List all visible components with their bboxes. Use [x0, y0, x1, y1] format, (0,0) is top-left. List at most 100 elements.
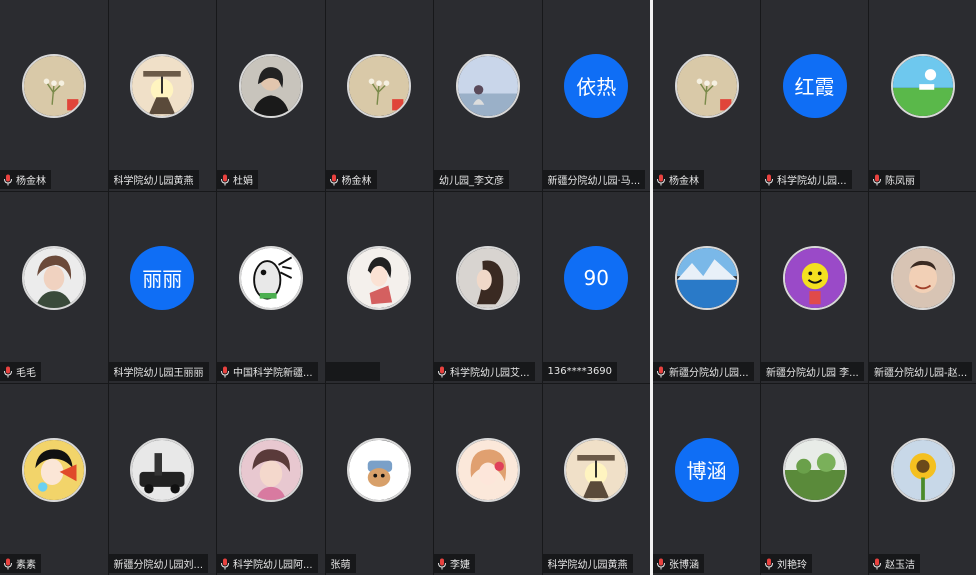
participant-grid-left: 杨金林 科学院幼儿园黄燕 杜娟 杨金林 幼儿园_李文彦 依热 新疆分院幼儿园·马... 毛毛丽…: [0, 0, 650, 575]
mountain-lake-icon: [674, 245, 739, 310]
participant-name: 赵玉洁: [885, 560, 915, 571]
name-label: 新疆分院幼儿园...: [653, 362, 754, 381]
balance-rock-icon: [564, 437, 629, 502]
participant-tile[interactable]: 90 136****3690: [542, 192, 650, 383]
cartoon-fish-icon: [238, 245, 303, 310]
participant-name: 科学院幼儿园...: [777, 176, 847, 187]
participant-name: 科学院幼儿园阿...: [233, 560, 313, 571]
flower-icon: [674, 53, 739, 118]
anime-girl-icon: [347, 245, 412, 310]
balance-rock-icon: [130, 53, 195, 118]
sunflower-icon: [890, 437, 955, 502]
name-label: 136****3690: [542, 362, 618, 381]
participant-tile[interactable]: 红霞科学院幼儿园...: [761, 0, 868, 191]
name-label: 新疆分院幼儿园刘...: [108, 554, 209, 573]
text-avatar: 博涵: [674, 437, 739, 502]
participant-name: 张萌: [330, 560, 351, 571]
mic-muted-icon: [220, 174, 233, 186]
participant-name: 科学院幼儿园黄燕: [547, 560, 628, 571]
participant-name: 毛毛: [16, 368, 36, 379]
participant-name: 素素: [16, 560, 36, 571]
anime-redhair-icon: [455, 437, 520, 502]
mic-muted-icon: [764, 558, 777, 570]
text-avatar: 红霞: [782, 53, 847, 118]
smiley-icon: [782, 245, 847, 310]
participant-name: 新疆分院幼儿园...: [669, 368, 749, 379]
landscape-icon: [890, 53, 955, 118]
participant-tile[interactable]: 科学院幼儿园艾...: [434, 192, 542, 383]
participant-tile[interactable]: 中国科学院新疆...: [217, 192, 325, 383]
participant-tile[interactable]: 新疆分院幼儿园...: [653, 192, 760, 383]
name-label: 杨金林: [325, 170, 377, 189]
participant-tile[interactable]: 幼儿园_李文彦: [434, 0, 542, 191]
participant-tile[interactable]: 毛毛: [0, 192, 108, 383]
participant-tile[interactable]: 科学院幼儿园阿...: [217, 384, 325, 575]
participant-tile[interactable]: 科学院幼儿园黄燕: [108, 0, 216, 191]
name-label: 新疆分院幼儿园·马...: [542, 170, 646, 189]
participant-tile[interactable]: 新疆分院幼儿园刘...: [108, 384, 216, 575]
mic-muted-icon: [437, 558, 450, 570]
participant-name: 中国科学院新疆...: [233, 368, 313, 379]
participant-name: 李婕: [450, 560, 470, 571]
participant-name: 新疆分院幼儿园刘...: [113, 560, 204, 571]
participant-tile[interactable]: 赵玉洁: [869, 384, 976, 575]
participant-name: 136****3690: [547, 366, 613, 377]
participant-tile[interactable]: [325, 192, 433, 383]
mic-muted-icon: [220, 366, 233, 378]
name-label: 科学院幼儿园黄燕: [108, 170, 199, 189]
woman-photo-icon: [238, 53, 303, 118]
participant-tile[interactable]: 博涵张博涵: [653, 384, 760, 575]
name-label: 幼儿园_李文彦: [434, 170, 509, 189]
baby-photo-icon: [890, 245, 955, 310]
participant-tile[interactable]: 素素: [0, 384, 108, 575]
participant-tile[interactable]: 张萌: [325, 384, 433, 575]
name-label: 毛毛: [0, 362, 41, 381]
mic-muted-icon: [3, 558, 16, 570]
flower-icon: [347, 53, 412, 118]
text-avatar: 90: [564, 245, 629, 310]
puppy-icon: [347, 437, 412, 502]
participant-tile[interactable]: 刘艳玲: [761, 384, 868, 575]
name-label: 杨金林: [653, 170, 704, 189]
participant-tile[interactable]: 新疆分院幼儿园 李...: [761, 192, 868, 383]
name-label: 张萌: [325, 554, 356, 573]
participant-grid-right: 杨金林 红霞科学院幼儿园... 陈凤丽新疆分院幼儿园... 新疆分院幼儿园 李... 新…: [653, 0, 976, 575]
mic-muted-icon: [329, 174, 342, 186]
mic-muted-icon: [872, 558, 885, 570]
participant-tile[interactable]: 陈凤丽: [869, 0, 976, 191]
name-label: 科学院幼儿园黄燕: [542, 554, 633, 573]
participant-tile[interactable]: 杨金林: [653, 0, 760, 191]
participant-tile[interactable]: 杨金林: [0, 0, 108, 191]
name-label: 新疆分院幼儿园 李...: [761, 362, 864, 381]
text-avatar: 丽丽: [130, 245, 195, 310]
participant-name: 新疆分院幼儿园·马...: [547, 176, 641, 187]
participant-name: 杨金林: [16, 176, 46, 187]
mic-muted-icon: [764, 174, 777, 186]
participant-name: 科学院幼儿园艾...: [450, 368, 530, 379]
name-label: 陈凤丽: [869, 170, 920, 189]
participant-name: 杨金林: [669, 176, 699, 187]
participant-name: 张博涵: [669, 560, 699, 571]
mic-muted-icon: [220, 558, 233, 570]
participant-tile[interactable]: 丽丽科学院幼儿园王丽丽: [108, 192, 216, 383]
participant-name: 杜娟: [233, 176, 253, 187]
participant-tile[interactable]: 科学院幼儿园黄燕: [542, 384, 650, 575]
name-label: 新疆分院幼儿园-赵...: [869, 362, 973, 381]
participant-tile[interactable]: 杨金林: [325, 0, 433, 191]
car-photo-icon: [130, 437, 195, 502]
participant-tile[interactable]: 杜娟: [217, 0, 325, 191]
mic-muted-icon: [656, 366, 669, 378]
name-label: 杜娟: [217, 170, 258, 189]
mic-muted-icon: [3, 174, 16, 186]
woman-profile-icon: [455, 245, 520, 310]
portrait-icon: [21, 245, 86, 310]
mic-muted-icon: [872, 174, 885, 186]
participant-tile[interactable]: 李婕: [434, 384, 542, 575]
participant-name: 幼儿园_李文彦: [439, 176, 504, 187]
participant-tile[interactable]: 依热 新疆分院幼儿园·马...: [542, 0, 650, 191]
participant-tile[interactable]: 新疆分院幼儿园-赵...: [869, 192, 976, 383]
participant-name: 杨金林: [341, 176, 372, 187]
name-label: 科学院幼儿园王丽丽: [108, 362, 209, 381]
name-label: 素素: [0, 554, 41, 573]
participant-name: 陈凤丽: [885, 176, 915, 187]
